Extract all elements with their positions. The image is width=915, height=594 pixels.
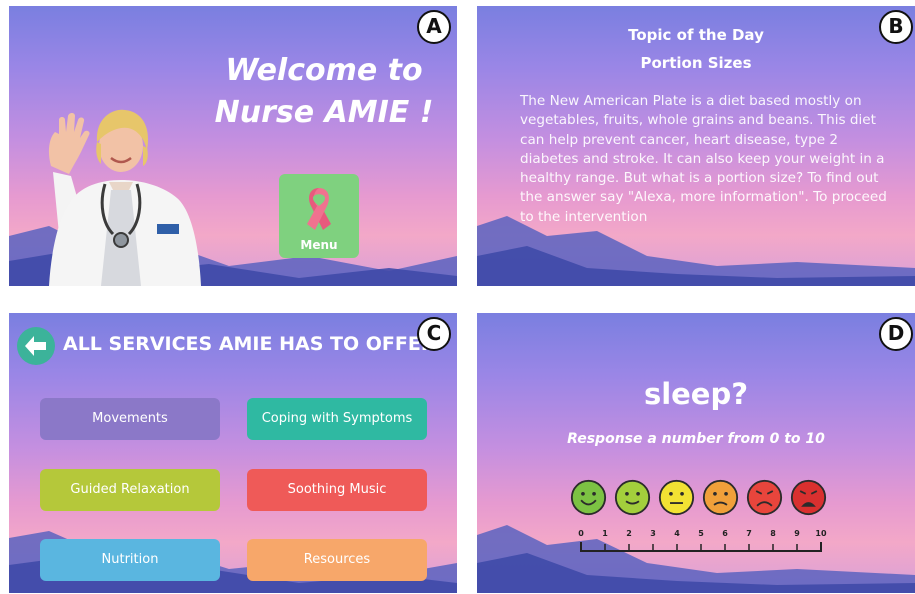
question-text: sleep? [643, 377, 749, 411]
scale-ruler [580, 542, 822, 552]
panel-services: ALL SERVICES AMIE HAS TO OFFER C Movemen… [9, 313, 457, 593]
sad-face-icon[interactable] [702, 479, 739, 516]
neutral-face-icon[interactable] [658, 479, 695, 516]
panel-badge: D [879, 317, 913, 351]
welcome-line-2: Nurse AMIE ! [214, 95, 434, 130]
topic-subtitle: Portion Sizes [640, 54, 752, 72]
number-scale: 0 1 2 3 4 5 6 7 8 9 10 [574, 529, 834, 559]
service-button-music[interactable]: Soothing Music [247, 469, 427, 511]
services-title: ALL SERVICES AMIE HAS TO OFFER [63, 333, 436, 355]
service-button-coping[interactable]: Coping with Symptoms [247, 398, 427, 440]
topic-title: Topic of the Day [628, 26, 764, 44]
very-happy-face-icon[interactable] [570, 479, 607, 516]
service-button-nutrition[interactable]: Nutrition [40, 539, 220, 581]
welcome-heading: Welcome to Nurse AMIE ! [199, 50, 449, 134]
menu-label: Menu [300, 238, 338, 252]
nurse-avatar [48, 109, 201, 286]
panel-rating: D sleep? Response a number from 0 to 10 [477, 313, 915, 593]
crying-face-icon[interactable] [790, 479, 827, 516]
happy-face-icon[interactable] [614, 479, 651, 516]
ribbon-icon [307, 188, 331, 230]
back-button[interactable] [17, 327, 55, 365]
service-button-resources[interactable]: Resources [247, 539, 427, 581]
back-arrow-icon [25, 336, 46, 356]
topic-body: The New American Plate is a diet based m… [520, 93, 887, 225]
service-button-relaxation[interactable]: Guided Relaxation [40, 469, 220, 511]
service-button-movements[interactable]: Movements [40, 398, 220, 440]
panel-badge: A [417, 10, 451, 44]
menu-button[interactable]: Menu [279, 174, 359, 258]
panel-badge: C [417, 317, 451, 351]
instruction-text: Response a number from 0 to 10 [567, 431, 825, 447]
panel-welcome: A Welcome to Nurse AMIE ! Menu [9, 6, 457, 286]
very-sad-face-icon[interactable] [746, 479, 783, 516]
welcome-line-1: Welcome to [225, 53, 423, 88]
panel-topic: B Topic of the Day Portion Sizes The New… [477, 6, 915, 286]
